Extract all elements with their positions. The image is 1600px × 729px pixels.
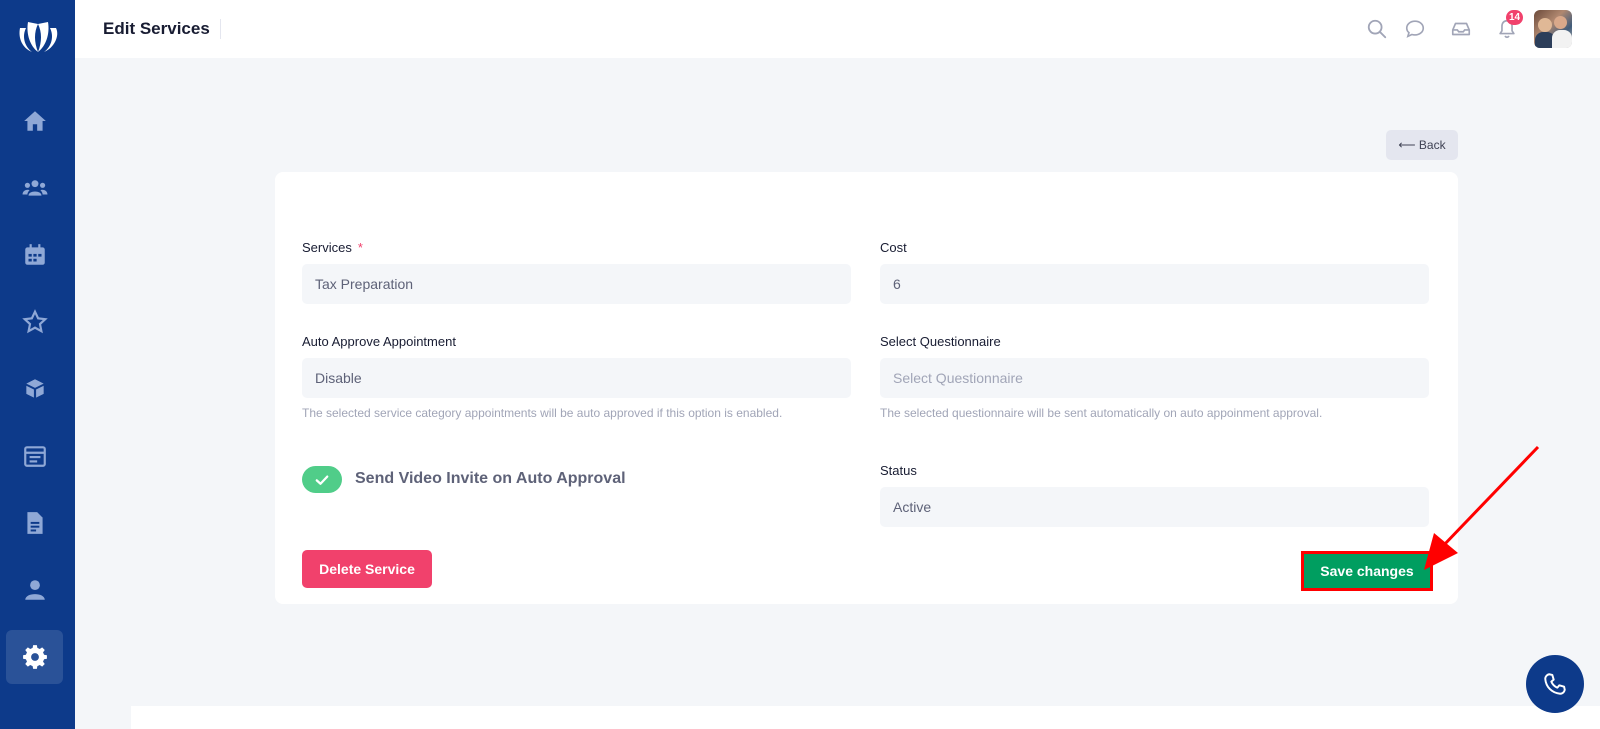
sidebar-item-schedule[interactable] — [6, 429, 63, 483]
edit-service-form: Services * Tax Preparation Cost 6 Auto Ap… — [275, 172, 1458, 604]
schedule-icon — [23, 446, 46, 467]
sidebar-item-home[interactable] — [6, 94, 63, 148]
sidebar-item-calendar[interactable] — [6, 228, 63, 282]
star-icon — [21, 309, 48, 334]
services-input[interactable]: Tax Preparation — [302, 264, 851, 304]
video-invite-toggle[interactable] — [302, 466, 342, 493]
phone-icon — [1544, 673, 1566, 695]
footer-panel — [131, 706, 1600, 729]
users-icon — [22, 180, 47, 196]
auto-approve-select[interactable]: Disable — [302, 358, 851, 398]
auto-approve-hint: The selected service category appointmen… — [302, 406, 783, 420]
call-button[interactable] — [1526, 655, 1584, 713]
user-icon — [24, 580, 45, 600]
services-label: Services * — [302, 240, 363, 255]
video-invite-label: Send Video Invite on Auto Approval — [355, 470, 626, 487]
box-icon — [25, 379, 44, 398]
sidebar-item-settings[interactable] — [6, 630, 63, 684]
sidebar-item-profile[interactable] — [6, 563, 63, 617]
gear-icon — [22, 645, 47, 669]
status-label: Status — [880, 463, 917, 478]
cost-label: Cost — [880, 240, 907, 255]
questionnaire-hint: The selected questionnaire will be sent … — [880, 406, 1323, 420]
calendar-icon — [24, 244, 45, 265]
chat-bubble-icon — [1405, 20, 1425, 38]
brand-logo[interactable] — [14, 14, 62, 58]
search-icon — [1367, 19, 1387, 39]
notification-count-badge: 14 — [1506, 10, 1524, 25]
save-changes-button[interactable]: Save changes — [1304, 554, 1430, 588]
delete-service-button[interactable]: Delete Service — [302, 550, 432, 588]
services-label-text: Services — [302, 240, 352, 255]
auto-approve-label: Auto Approve Appointment — [302, 334, 456, 349]
notifications-button[interactable]: 14 — [1494, 10, 1524, 42]
inbox-button[interactable] — [1448, 16, 1474, 42]
questionnaire-label: Select Questionnaire — [880, 334, 1001, 349]
annotation-arrow — [1424, 445, 1540, 570]
cost-input[interactable]: 6 — [880, 264, 1429, 304]
search-button[interactable] — [1364, 16, 1390, 42]
checkmark-icon — [315, 475, 329, 485]
page-title: Edit Services — [103, 19, 221, 39]
sidebar-item-products[interactable] — [6, 362, 63, 416]
inbox-icon — [1451, 22, 1471, 36]
status-select[interactable]: Active — [880, 487, 1429, 527]
sidebar-item-favorites[interactable] — [6, 295, 63, 349]
user-avatar[interactable] — [1534, 10, 1572, 48]
top-header: Edit Services 14 — [75, 0, 1600, 58]
back-button[interactable]: ⟵ Back — [1386, 130, 1458, 160]
document-icon — [26, 512, 43, 534]
questionnaire-select[interactable]: Select Questionnaire — [880, 358, 1429, 398]
chat-button[interactable] — [1402, 16, 1428, 42]
sidebar — [0, 0, 75, 729]
required-marker: * — [357, 240, 363, 255]
sidebar-item-documents[interactable] — [6, 496, 63, 550]
home-icon — [23, 111, 46, 131]
sidebar-item-users[interactable] — [6, 161, 63, 215]
